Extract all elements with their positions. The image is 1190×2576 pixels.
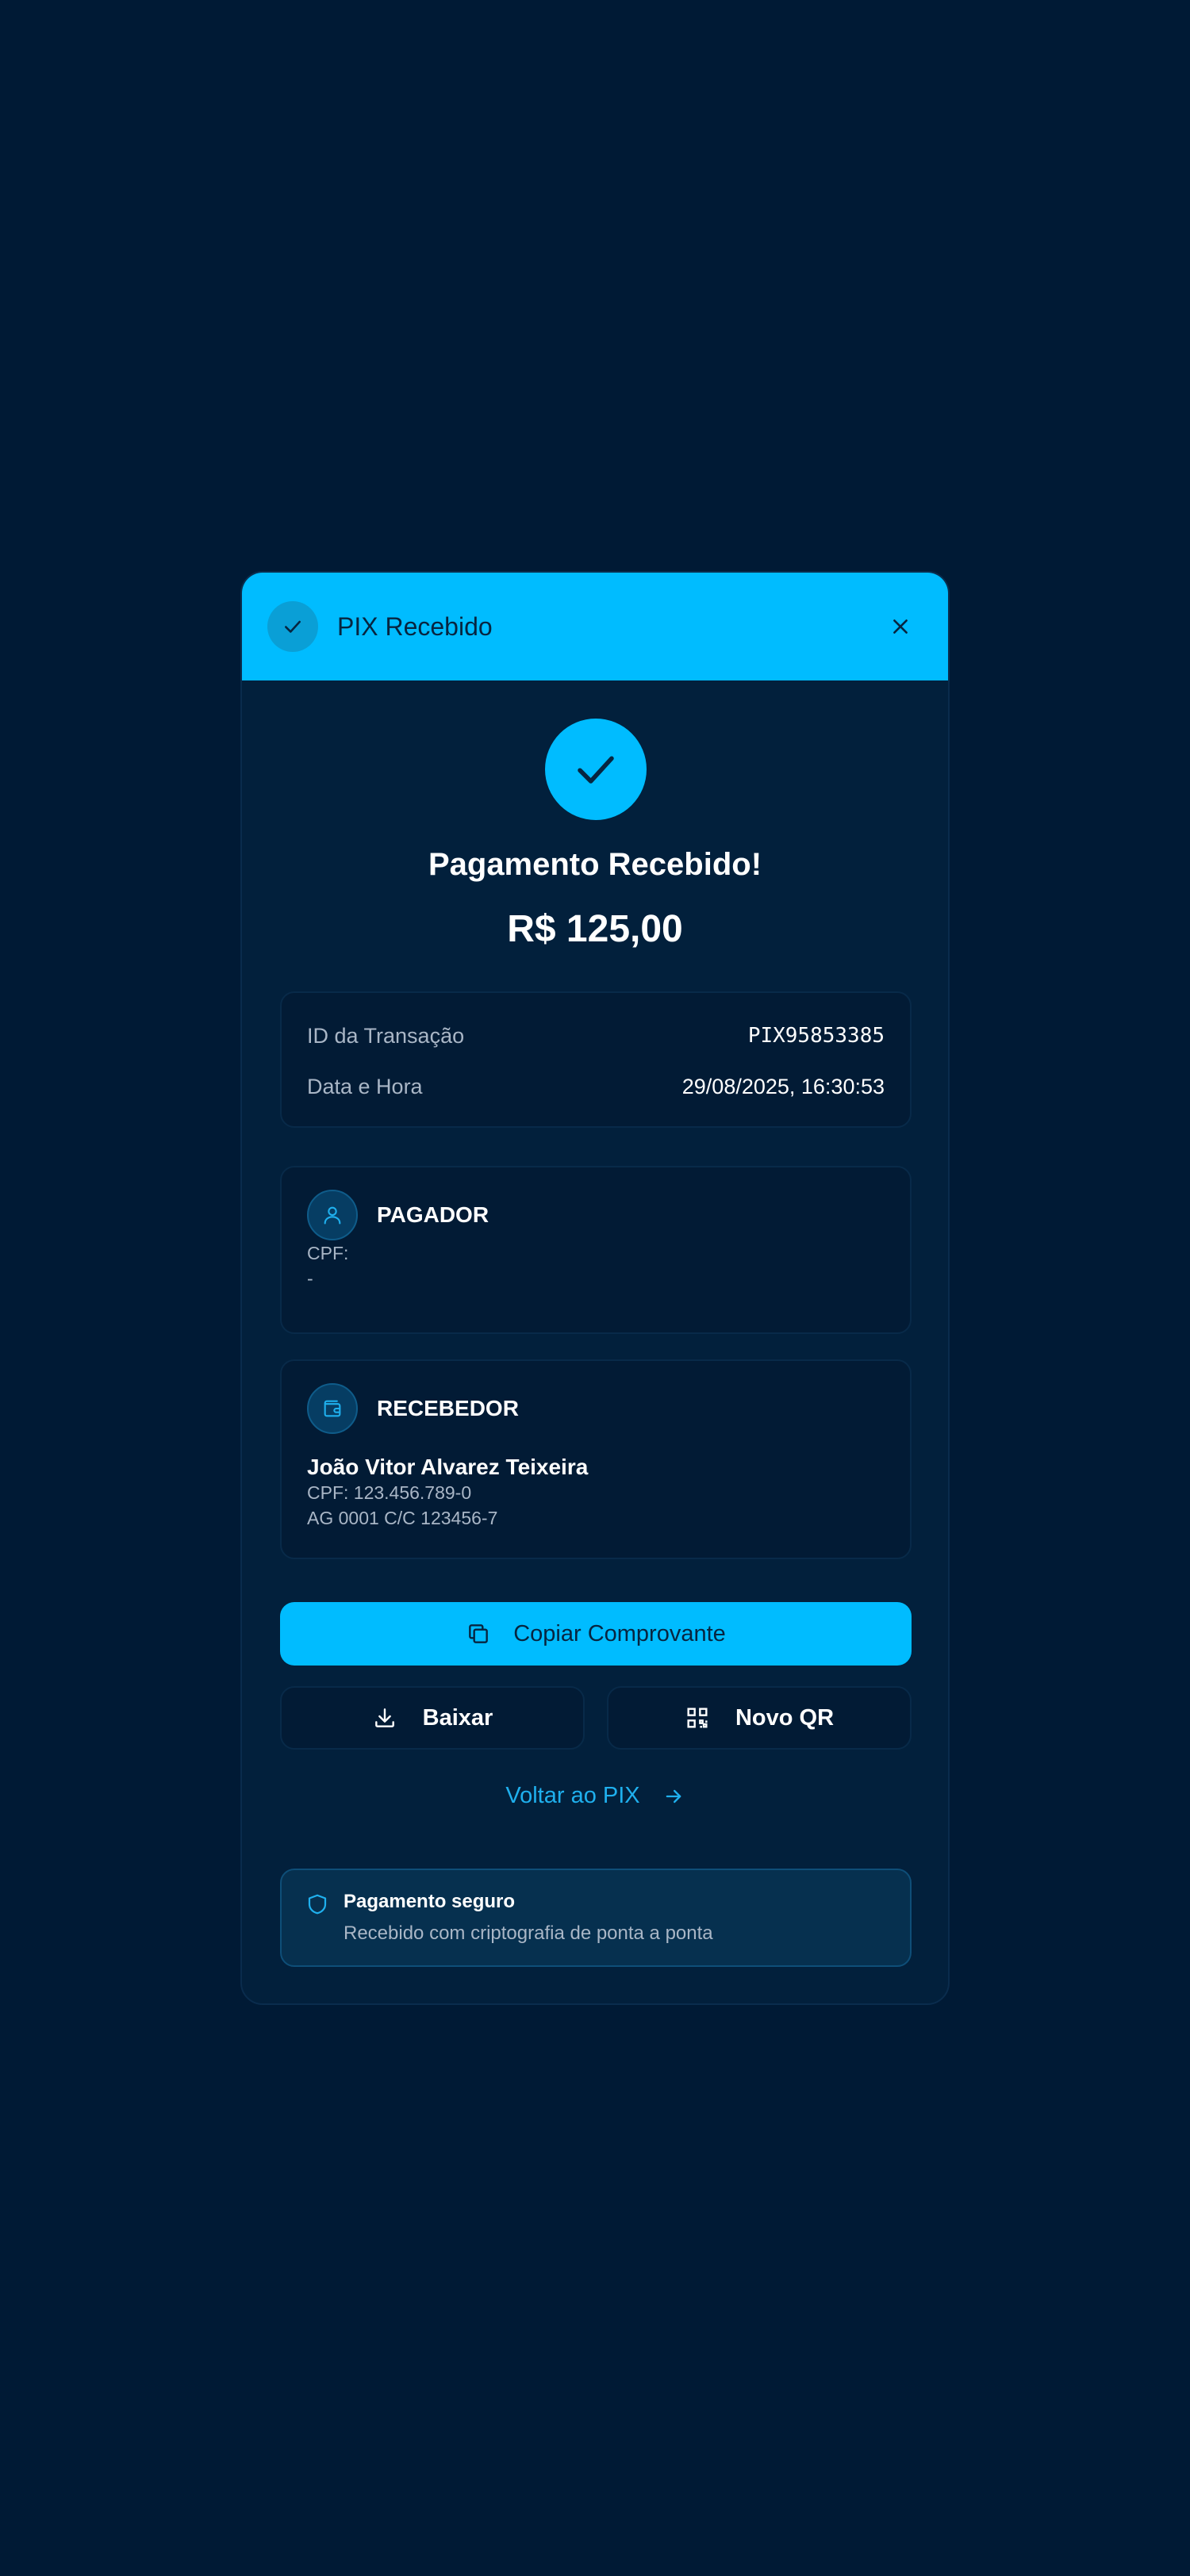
arrow-right-icon [662, 1785, 685, 1807]
success-check-icon [545, 719, 647, 820]
header-title: PIX Recebido [337, 611, 493, 641]
qr-code-icon [687, 1708, 708, 1728]
receipt-header: PIX Recebido [242, 573, 948, 680]
check-icon [267, 601, 318, 652]
payer-extra: - [307, 1268, 313, 1289]
secure-text: Pagamento seguro Recebido com criptograf… [344, 1891, 713, 1945]
receipt-card: PIX Recebido Pagamento Recebido! R$ 125,… [240, 571, 950, 2005]
download-icon [374, 1708, 394, 1727]
secure-title: Pagamento seguro [344, 1891, 516, 1912]
download-label: Baixar [422, 1704, 493, 1731]
user-icon [307, 1190, 358, 1240]
wallet-icon [307, 1383, 358, 1434]
receiver-title: RECEBEDOR [377, 1396, 519, 1420]
status-title: Pagamento Recebido! [428, 847, 762, 882]
copy-receipt-label: Copiar Comprovante [513, 1620, 726, 1646]
receiver-header: RECEBEDOR [307, 1383, 885, 1434]
transaction-date-value: 29/08/2025, 16:30:53 [681, 1074, 885, 1098]
close-icon [893, 619, 908, 634]
amount-value: R$ 125,00 [507, 908, 683, 950]
payer-title: PAGADOR [377, 1202, 489, 1227]
receiver-name: João Vitor Alvarez Teixeira [307, 1455, 589, 1479]
payer-cpf: CPF: [307, 1243, 349, 1263]
transaction-id-row: ID da Transação PIX95853385 [307, 1010, 885, 1061]
copy-icon [469, 1624, 489, 1643]
back-to-pix-label: Voltar ao PIX [505, 1783, 640, 1808]
transaction-id-label: ID da Transação [307, 1023, 465, 1048]
secure-payment-notice: Pagamento seguro Recebido com criptograf… [280, 1869, 912, 1967]
new-qr-button[interactable]: Novo QR [607, 1686, 912, 1750]
receiver-panel: RECEBEDOR João Vitor Alvarez Teixeira CP… [280, 1359, 912, 1559]
secure-subtitle: Recebido com criptografia de ponta a pon… [344, 1922, 713, 1944]
transaction-info-panel: ID da Transação PIX95853385 Data e Hora … [280, 991, 912, 1128]
payer-header: PAGADOR [307, 1190, 885, 1240]
copy-receipt-button[interactable]: Copiar Comprovante [280, 1602, 912, 1666]
receiver-cpf: CPF: 123.456.789-0 [307, 1482, 472, 1503]
download-button[interactable]: Baixar [280, 1686, 585, 1750]
transaction-id-value: PIX95853385 [747, 1024, 885, 1048]
transaction-date-label: Data e Hora [307, 1074, 423, 1098]
payer-panel: PAGADOR CPF: - [280, 1166, 912, 1334]
transaction-date-row: Data e Hora 29/08/2025, 16:30:53 [307, 1061, 885, 1112]
close-button[interactable] [878, 604, 923, 649]
shield-icon [305, 1892, 329, 1945]
receiver-account: AG 0001 C/C 123456-7 [307, 1508, 498, 1528]
back-to-pix-link[interactable]: Voltar ao PIX [242, 1783, 948, 1809]
new-qr-label: Novo QR [735, 1704, 835, 1731]
